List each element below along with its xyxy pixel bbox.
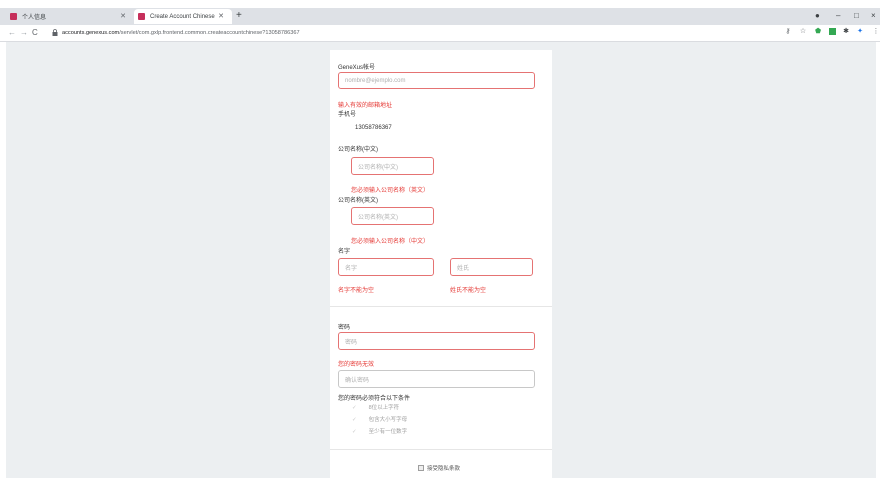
email-placeholder: nombre@ejemplo.com <box>345 77 406 84</box>
tab-label: Create Account Chinese <box>150 13 215 20</box>
password-rules-title: 您的密码必须符合以下条件 <box>338 396 411 402</box>
password-field[interactable]: 密码 <box>338 332 535 350</box>
url-path: /servlet/com.gxlp.frontend.common.create… <box>119 30 300 36</box>
lock-icon <box>52 29 58 36</box>
shield-extension-icon[interactable]: ⬟ <box>814 28 822 36</box>
top-band <box>0 0 880 8</box>
confirm-password-placeholder: 确认密码 <box>345 377 370 384</box>
password-error: 您的密码无效 <box>338 362 375 368</box>
password-label: 密码 <box>338 325 351 331</box>
profile-icon[interactable]: ● <box>815 9 820 23</box>
tab-label: 个人信息 <box>22 15 47 21</box>
phone-label: 手机号 <box>338 112 357 118</box>
forward-icon[interactable]: → <box>20 27 28 39</box>
minimize-button[interactable]: – <box>836 9 840 23</box>
check-icon: ✓ <box>352 405 357 411</box>
privacy-label: 接受隐私条款 <box>427 466 461 472</box>
star-icon[interactable]: ☆ <box>799 28 807 36</box>
company-cn-label: 公司名称(中文) <box>338 147 378 153</box>
privacy-checkbox[interactable] <box>418 465 424 471</box>
rule-text: 至少有一位数字 <box>368 429 408 435</box>
email-label: GeneXus帐号 <box>338 65 376 71</box>
close-window-button[interactable]: × <box>871 9 876 23</box>
company-en-error: 您必须输入公司名称（中文） <box>351 239 430 245</box>
company-cn-error: 您必须输入公司名称（英文） <box>351 188 430 194</box>
first-name-error: 名字不能为空 <box>338 288 375 294</box>
close-icon[interactable]: ✕ <box>120 12 126 20</box>
company-en-label: 公司名称(英文) <box>338 198 378 204</box>
puzzle-icon[interactable]: ✱ <box>842 28 850 36</box>
check-icon: ✓ <box>352 429 357 435</box>
name-label: 名字 <box>338 249 351 255</box>
reload-icon[interactable]: C <box>32 27 38 39</box>
menu-icon[interactable]: ⋮ <box>872 28 880 36</box>
tab-create-account[interactable]: Create Account Chinese ✕ <box>134 9 232 24</box>
email-field[interactable]: nombre@ejemplo.com <box>338 72 535 89</box>
new-tab-button[interactable]: + <box>236 9 242 23</box>
privacy-agreement[interactable]: 接受隐私条款 <box>418 464 460 472</box>
company-en-placeholder: 公司名称(英文) <box>358 214 398 221</box>
first-name-field[interactable]: 名字 <box>338 258 434 276</box>
section-divider <box>330 306 552 307</box>
pin-extension-icon[interactable]: ✦ <box>856 28 864 36</box>
url-domain: accounts.genexus.com <box>62 30 120 36</box>
tab-personal-info[interactable]: 个人信息 ✕ <box>6 9 134 24</box>
phone-value: 13058786367 <box>355 125 392 131</box>
green-extension-icon[interactable] <box>828 28 836 36</box>
site-favicon-icon <box>10 13 17 20</box>
last-name-error: 姓氏不能为空 <box>450 288 487 294</box>
company-cn-placeholder: 公司名称(中文) <box>358 164 398 171</box>
company-cn-field[interactable]: 公司名称(中文) <box>351 157 434 175</box>
check-icon: ✓ <box>352 417 357 423</box>
first-name-placeholder: 名字 <box>345 265 358 272</box>
address-bar[interactable]: accounts.genexus.com/servlet/com.gxlp.fr… <box>62 28 300 38</box>
last-name-placeholder: 姓氏 <box>457 265 470 272</box>
last-name-field[interactable]: 姓氏 <box>450 258 533 276</box>
email-error: 输入有效的邮箱地址 <box>338 103 393 109</box>
password-rule-item: ✓ 至少有一位数字 <box>352 427 407 435</box>
password-placeholder: 密码 <box>345 339 358 346</box>
key-icon[interactable]: ⚷ <box>784 28 792 36</box>
maximize-button[interactable]: □ <box>854 9 859 23</box>
password-rule-item: ✓ 8位以上字符 <box>352 403 399 411</box>
rule-text: 8位以上字符 <box>368 405 400 411</box>
company-en-field[interactable]: 公司名称(英文) <box>351 207 434 225</box>
password-rule-item: ✓ 包含大小写字母 <box>352 415 407 423</box>
confirm-password-field[interactable]: 确认密码 <box>338 370 535 388</box>
close-icon[interactable]: ✕ <box>218 12 224 20</box>
rule-text: 包含大小写字母 <box>368 417 408 423</box>
section-divider <box>330 449 552 450</box>
site-favicon-icon <box>138 13 145 20</box>
back-icon[interactable]: ← <box>8 27 16 39</box>
